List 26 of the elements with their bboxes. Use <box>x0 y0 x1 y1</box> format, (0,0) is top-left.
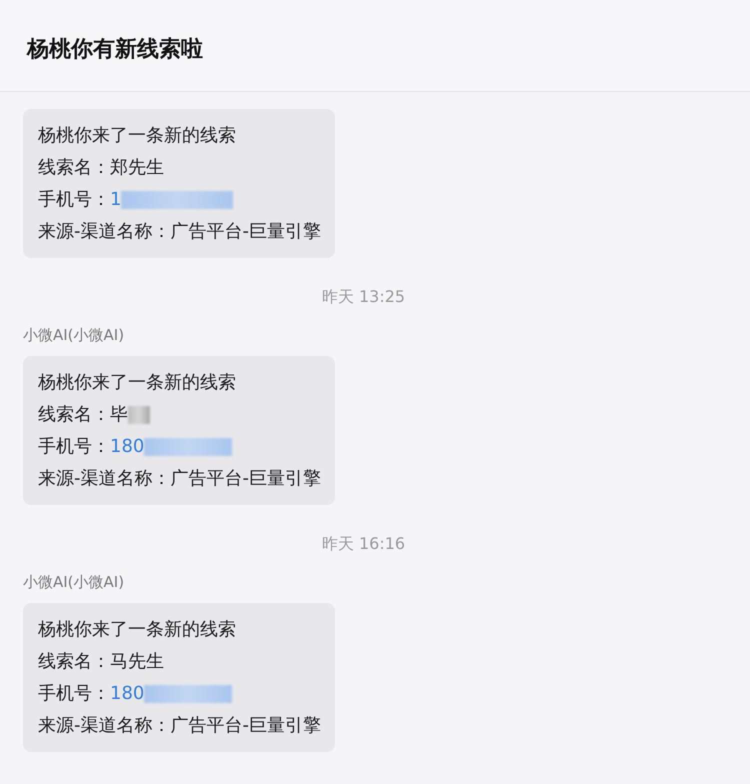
phone-link[interactable]: 1 <box>110 184 122 216</box>
field-value: 毕 <box>110 403 128 427</box>
field-value: 郑先生 <box>110 156 164 180</box>
phone-link[interactable]: 180 <box>110 678 144 710</box>
message-text: 杨桃你来了一条新的线索 <box>38 124 236 148</box>
field-label: 来源-渠道名称： <box>38 220 170 244</box>
message-text: 杨桃你来了一条新的线索 <box>38 371 236 395</box>
field-label: 线索名： <box>38 403 110 427</box>
chat-title: 杨桃你有新线索啦 <box>27 36 203 64</box>
timestamp: 昨天 16:16 <box>322 534 406 555</box>
field-value: 广告平台-巨量引擎 <box>170 220 321 244</box>
timestamp: 昨天 13:25 <box>322 287 406 308</box>
field-value: 广告平台-巨量引擎 <box>170 714 321 738</box>
field-label: 来源-渠道名称： <box>38 467 170 491</box>
sender-name: 小微AI(小微AI) <box>23 573 126 592</box>
field-label: 来源-渠道名称： <box>38 714 170 738</box>
field-label: 手机号： <box>38 435 110 459</box>
field-label: 线索名： <box>38 156 110 180</box>
sender-name: 小微AI(小微AI) <box>23 326 126 345</box>
field-label: 线索名： <box>38 650 110 674</box>
phone-link[interactable]: 180 <box>110 431 144 463</box>
field-value: 广告平台-巨量引擎 <box>170 467 321 491</box>
message-text: 杨桃你来了一条新的线索 <box>38 618 236 642</box>
field-value: 马先生 <box>110 650 164 674</box>
field-label: 手机号： <box>38 188 110 212</box>
field-label: 手机号： <box>38 682 110 706</box>
